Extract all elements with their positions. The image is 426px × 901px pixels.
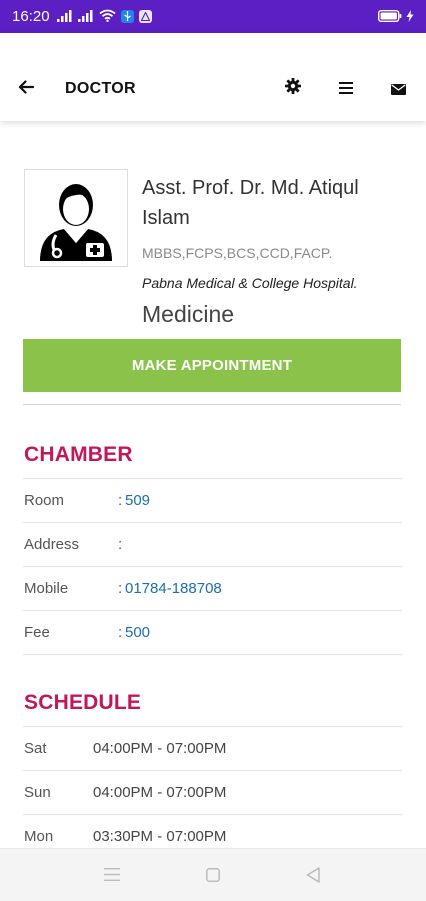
schedule-day: Mon	[24, 828, 54, 845]
gear-icon[interactable]	[285, 78, 301, 99]
schedule-table: Sat 04:00PM - 07:00PM Sun 04:00PM - 07:0…	[23, 726, 402, 859]
schedule-day: Sun	[24, 784, 51, 801]
chamber-row-fee: Fee : 500	[23, 611, 402, 655]
page-title: DOCTOR	[65, 80, 136, 97]
signal-bars-icon	[56, 9, 73, 25]
schedule-time: 04:00PM - 07:00PM	[93, 740, 227, 757]
schedule-time: 04:00PM - 07:00PM	[93, 784, 227, 801]
row-label: Room	[24, 492, 65, 509]
schedule-title: SCHEDULE	[24, 691, 142, 714]
schedule-time: 03:30PM - 07:00PM	[93, 828, 227, 845]
row-colon: :	[118, 492, 123, 509]
back-triangle-icon[interactable]	[306, 867, 320, 888]
schedule-row: Sun 04:00PM - 07:00PM	[23, 771, 402, 815]
hamburger-icon[interactable]	[339, 81, 353, 99]
doctor-avatar-icon	[24, 169, 128, 267]
signal-bars-icon	[77, 9, 94, 25]
recent-apps-icon[interactable]	[104, 868, 120, 886]
status-time: 16:20	[12, 8, 50, 25]
usb-icon	[120, 10, 134, 23]
row-label: Mobile	[24, 580, 69, 597]
row-colon: :	[118, 580, 123, 597]
row-value: 509	[125, 492, 151, 509]
chamber-table: Room : 509 Address : Mobile : 01784-1887…	[23, 478, 402, 655]
arrow-left-icon[interactable]	[18, 80, 36, 96]
divider	[23, 404, 401, 405]
row-colon: :	[118, 536, 123, 553]
home-icon[interactable]	[206, 868, 220, 887]
battery-icon	[377, 9, 402, 25]
doctor-name: Asst. Prof. Dr. Md. Atiqul Islam	[142, 177, 359, 229]
row-label: Fee	[24, 624, 50, 641]
mobile-link[interactable]: 01784-188708	[125, 580, 222, 597]
wifi-icon	[98, 9, 116, 25]
chamber-title: CHAMBER	[24, 443, 133, 466]
doctor-degrees: MBBS,FCPS,BCS,CCD,FACP.	[142, 245, 333, 261]
chamber-row-address: Address :	[23, 523, 402, 567]
row-value: 500	[125, 624, 151, 641]
status-bar: 16:20	[0, 0, 426, 33]
row-colon: :	[118, 624, 123, 641]
chamber-row-mobile: Mobile : 01784-188708	[23, 567, 402, 611]
system-nav-bar	[0, 848, 426, 901]
schedule-day: Sat	[24, 740, 47, 757]
chamber-row-room: Room : 509	[23, 479, 402, 523]
charging-bolt-icon	[406, 9, 414, 25]
row-label: Address	[24, 536, 80, 553]
app-badge-icon	[138, 10, 152, 23]
schedule-row: Sat 04:00PM - 07:00PM	[23, 727, 402, 771]
make-appointment-button[interactable]: MAKE APPOINTMENT	[23, 339, 401, 392]
envelope-icon[interactable]	[391, 82, 406, 100]
doctor-department: Medicine	[142, 301, 235, 327]
app-bar: DOCTOR	[0, 33, 426, 121]
doctor-info: Asst. Prof. Dr. Md. Atiqul Islam MBBS,FC…	[142, 173, 402, 328]
doctor-hospital: Pabna Medical & College Hospital.	[142, 275, 358, 291]
